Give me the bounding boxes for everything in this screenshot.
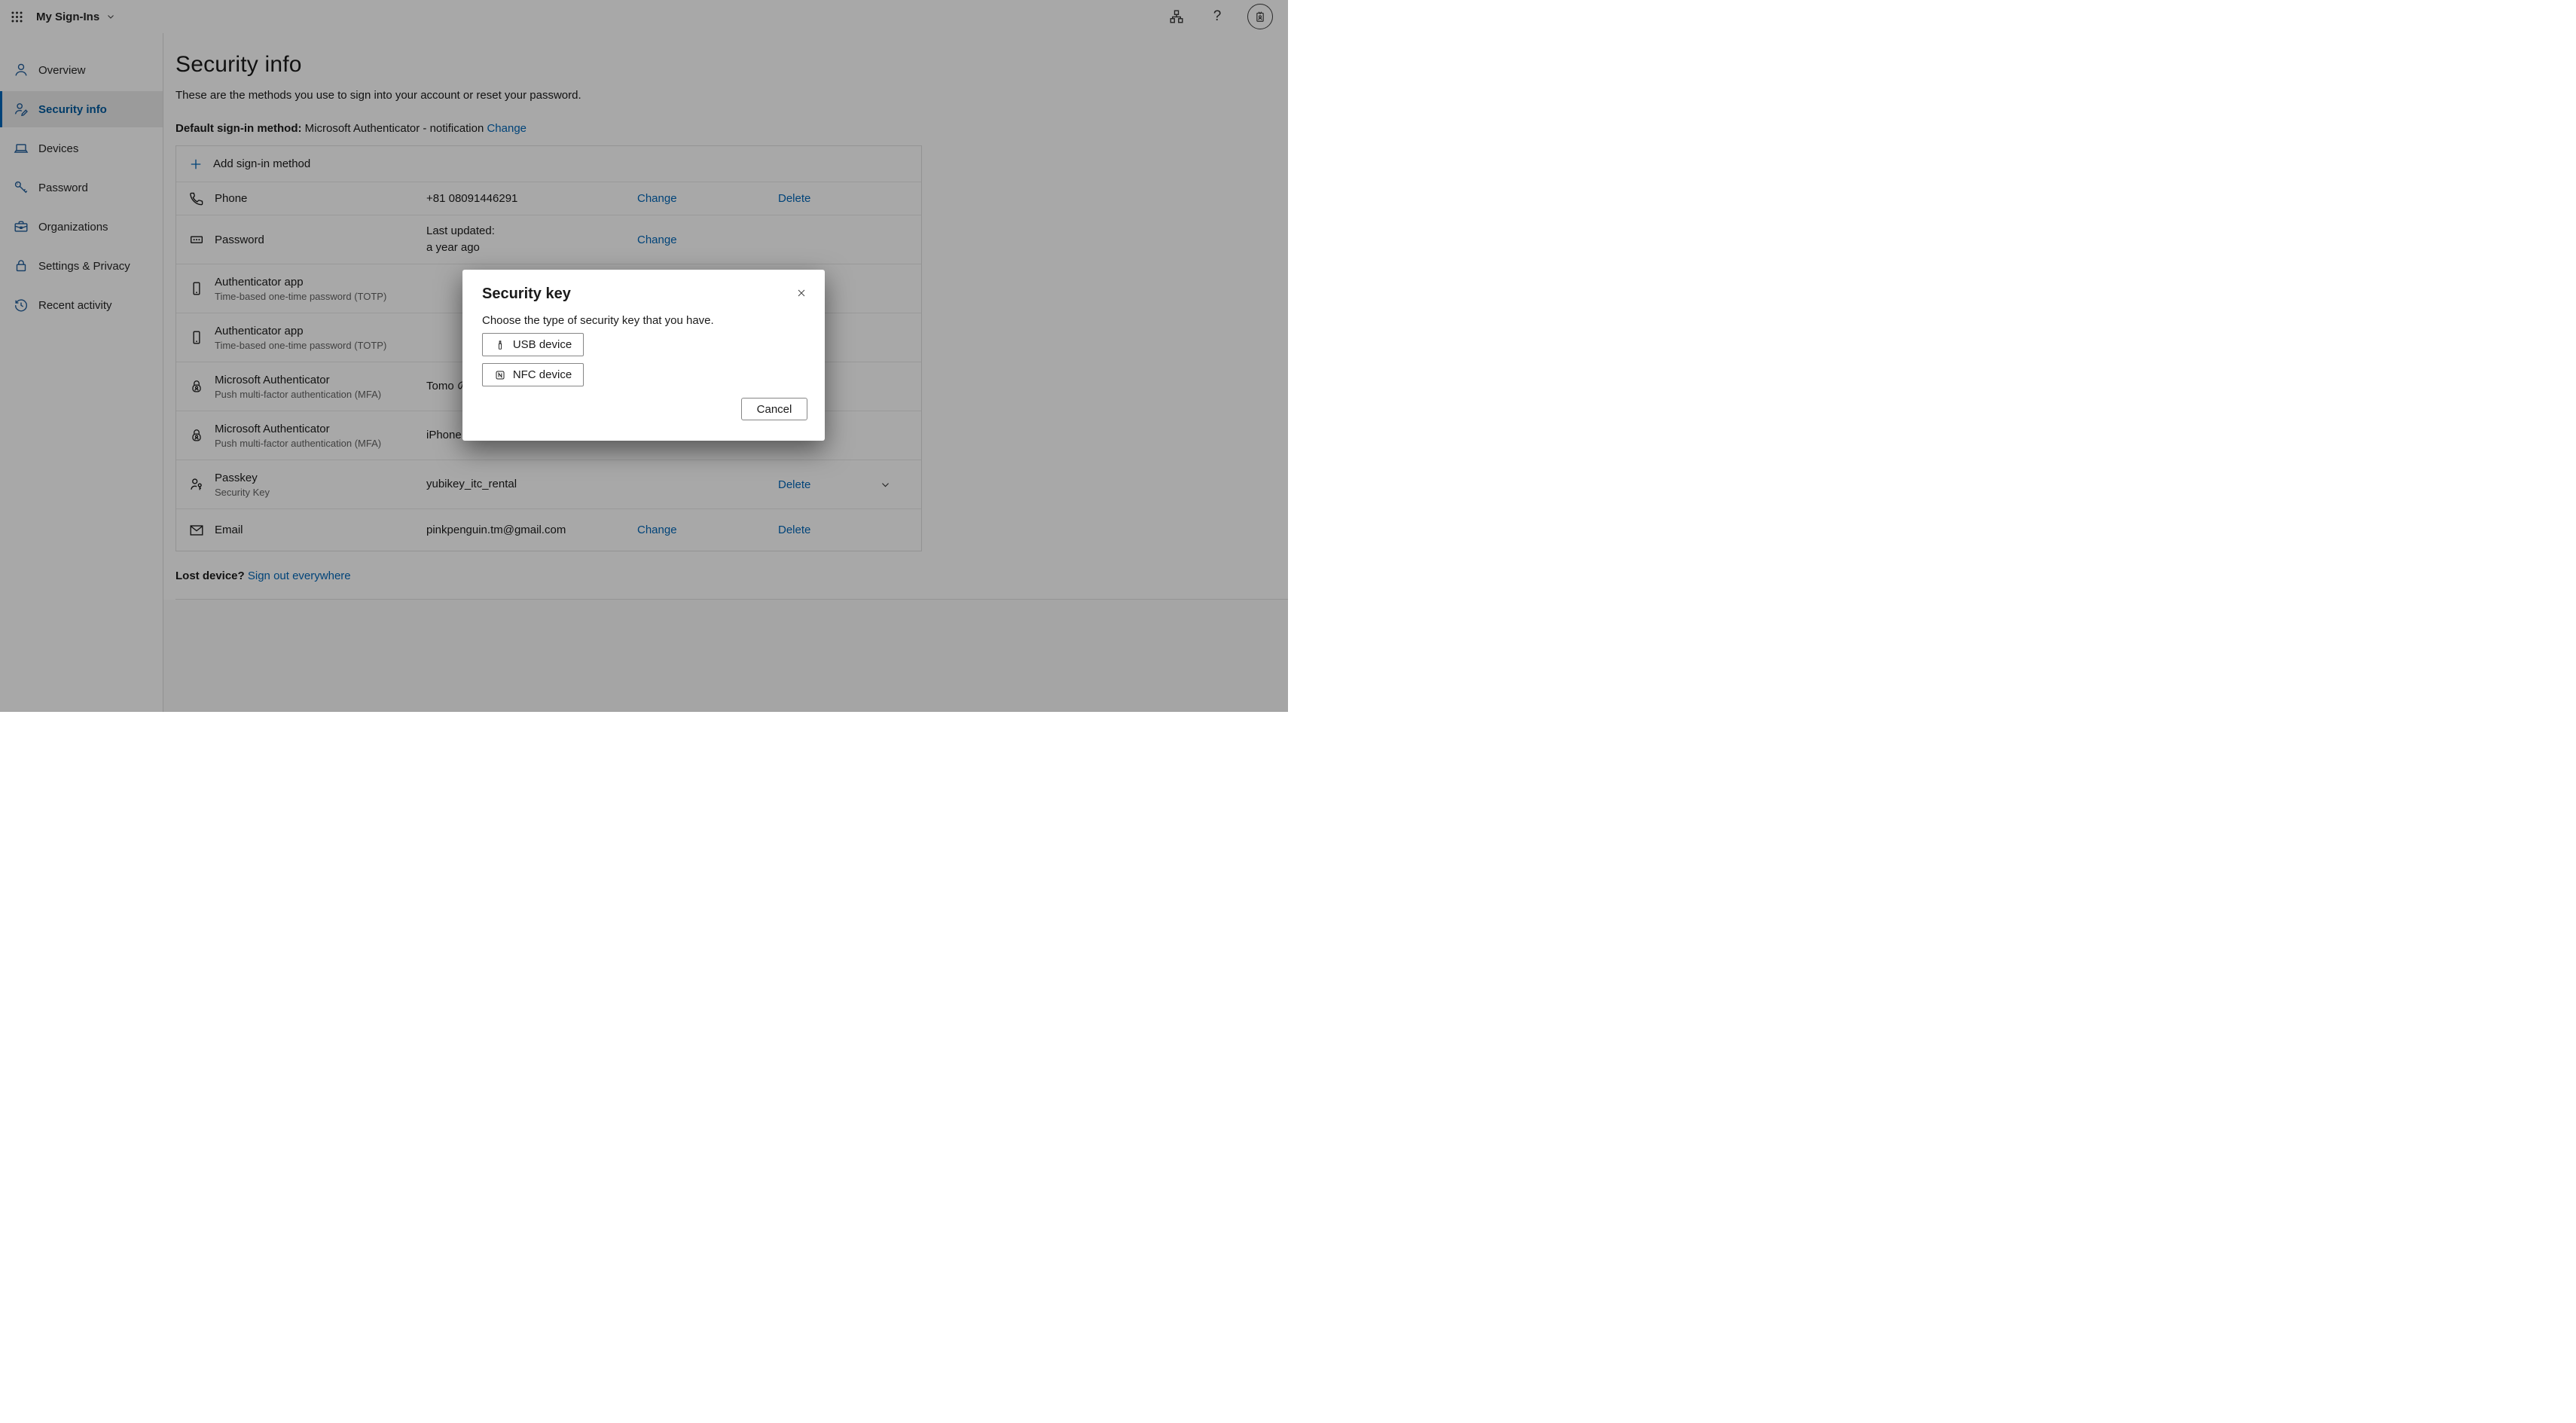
dialog-title: Security key — [482, 286, 805, 303]
dialog-description: Choose the type of security key that you… — [482, 314, 805, 327]
x-icon — [795, 287, 807, 299]
usb-device-label: USB device — [513, 338, 572, 351]
security-key-dialog: Security key Choose the type of security… — [462, 270, 825, 441]
cancel-button[interactable]: Cancel — [741, 398, 807, 420]
dialog-close-button[interactable] — [791, 282, 812, 304]
cancel-label: Cancel — [757, 403, 792, 416]
nfc-device-button[interactable]: NFC device — [482, 363, 584, 386]
usb-key-icon — [494, 339, 506, 351]
nfc-icon — [494, 369, 506, 381]
nfc-device-label: NFC device — [513, 368, 572, 381]
usb-device-button[interactable]: USB device — [482, 333, 584, 356]
